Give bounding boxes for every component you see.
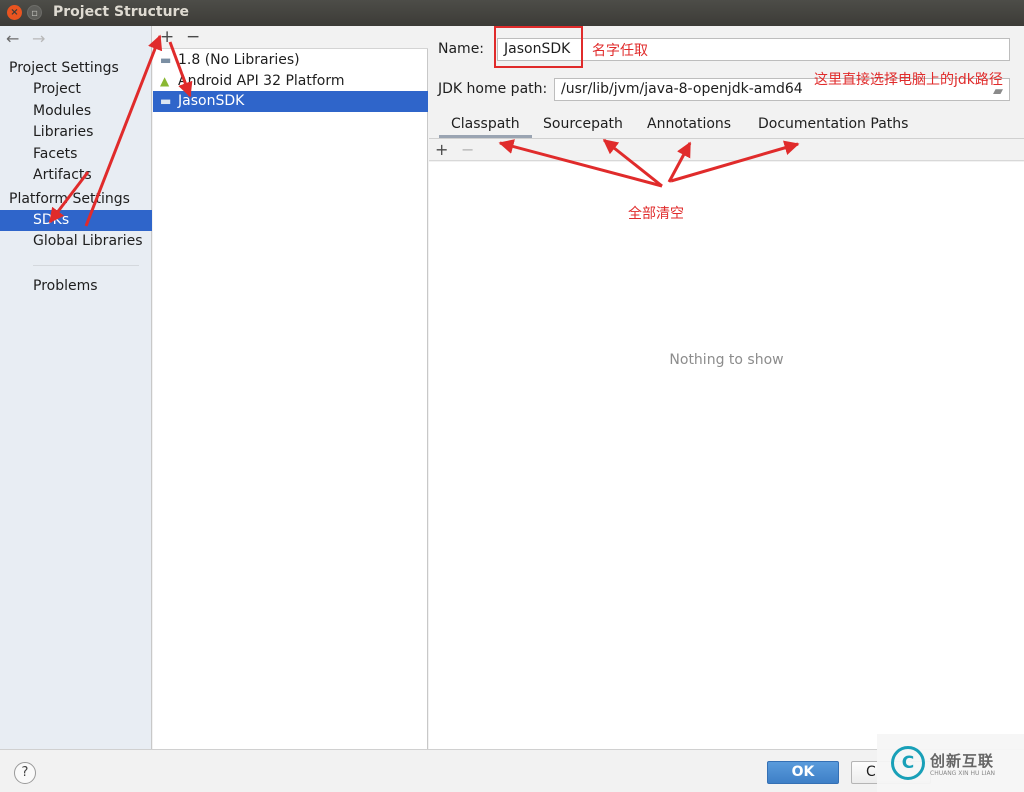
remove-sdk-button[interactable]: −	[186, 27, 200, 47]
window-maximize-button[interactable]: ▫	[27, 5, 42, 20]
empty-list-message: Nothing to show	[669, 352, 784, 368]
window-close-button[interactable]: ×	[7, 5, 22, 20]
folder-icon: ▬	[160, 94, 172, 108]
sidebar-item-artifacts[interactable]: Artifacts	[0, 165, 152, 186]
sdk-list-item-selected[interactable]: ▬ JasonSDK	[153, 91, 428, 112]
platform-settings-header: Platform Settings	[9, 191, 130, 207]
annotation-name-box	[494, 26, 583, 68]
sidebar-item-modules[interactable]: Modules	[0, 101, 152, 122]
sidebar-item-facets[interactable]: Facets	[0, 144, 152, 165]
sidebar-divider	[33, 265, 139, 266]
sdk-list-toolbar: + −	[153, 26, 428, 49]
name-label: Name:	[438, 41, 485, 57]
sidebar-item-problems[interactable]: Problems	[0, 276, 152, 297]
tab-classpath[interactable]: Classpath	[439, 114, 532, 138]
watermark-logo: C 创新互联 CHUANG XIN HU LIAN	[877, 734, 1024, 792]
sidebar-item-project[interactable]: Project	[0, 79, 152, 100]
add-path-button[interactable]: +	[435, 140, 448, 160]
watermark-brand-en: CHUANG XIN HU LIAN	[930, 770, 996, 777]
window-title: Project Structure	[53, 4, 189, 20]
settings-sidebar: ← → Project Settings Project Modules Lib…	[0, 26, 152, 749]
back-arrow-icon[interactable]: ←	[6, 29, 19, 48]
sidebar-item-global-libraries[interactable]: Global Libraries	[0, 231, 152, 252]
sidebar-item-sdks[interactable]: SDKs	[0, 210, 152, 231]
project-settings-header: Project Settings	[9, 60, 119, 76]
android-icon: ▲	[160, 74, 170, 88]
annotation-name-note: 名字任取	[592, 43, 648, 59]
paths-toolbar: + −	[429, 139, 1024, 161]
watermark-brand-cn: 创新互联	[930, 752, 995, 770]
sdk-detail-panel: Name: JasonSDK JDK home path: /usr/lib/j…	[429, 26, 1024, 749]
folder-icon: ▬	[160, 53, 172, 67]
paths-list[interactable]: Nothing to show	[429, 162, 1024, 749]
tab-documentation-paths[interactable]: Documentation Paths	[758, 114, 908, 138]
help-button[interactable]: ?	[14, 762, 36, 784]
ok-button[interactable]: OK	[767, 761, 839, 784]
sidebar-item-libraries[interactable]: Libraries	[0, 122, 152, 143]
sdk-list-panel: + − ▬ 1.8 (No Libraries) ▲ Android API 3…	[153, 26, 428, 749]
brand-logo-icon: C	[891, 746, 925, 780]
title-bar: × ▫ Project Structure	[0, 0, 1024, 26]
forward-arrow-icon[interactable]: →	[32, 29, 45, 48]
sdk-list-item[interactable]: ▬ 1.8 (No Libraries)	[153, 50, 428, 71]
dialog-footer: ? OK C	[0, 749, 1024, 792]
tab-sourcepath[interactable]: Sourcepath	[543, 114, 623, 138]
annotation-path-note: 这里直接选择电脑上的jdk路径	[814, 72, 1003, 88]
sdk-list-item[interactable]: ▲ Android API 32 Platform	[153, 71, 428, 92]
annotation-clear-note: 全部清空	[628, 206, 684, 222]
remove-path-button[interactable]: −	[461, 140, 474, 160]
add-sdk-button[interactable]: +	[160, 27, 174, 47]
tab-annotations[interactable]: Annotations	[647, 114, 731, 138]
jdk-home-path-value: /usr/lib/jvm/java-8-openjdk-amd64	[561, 81, 803, 97]
jdk-home-label: JDK home path:	[438, 81, 548, 97]
